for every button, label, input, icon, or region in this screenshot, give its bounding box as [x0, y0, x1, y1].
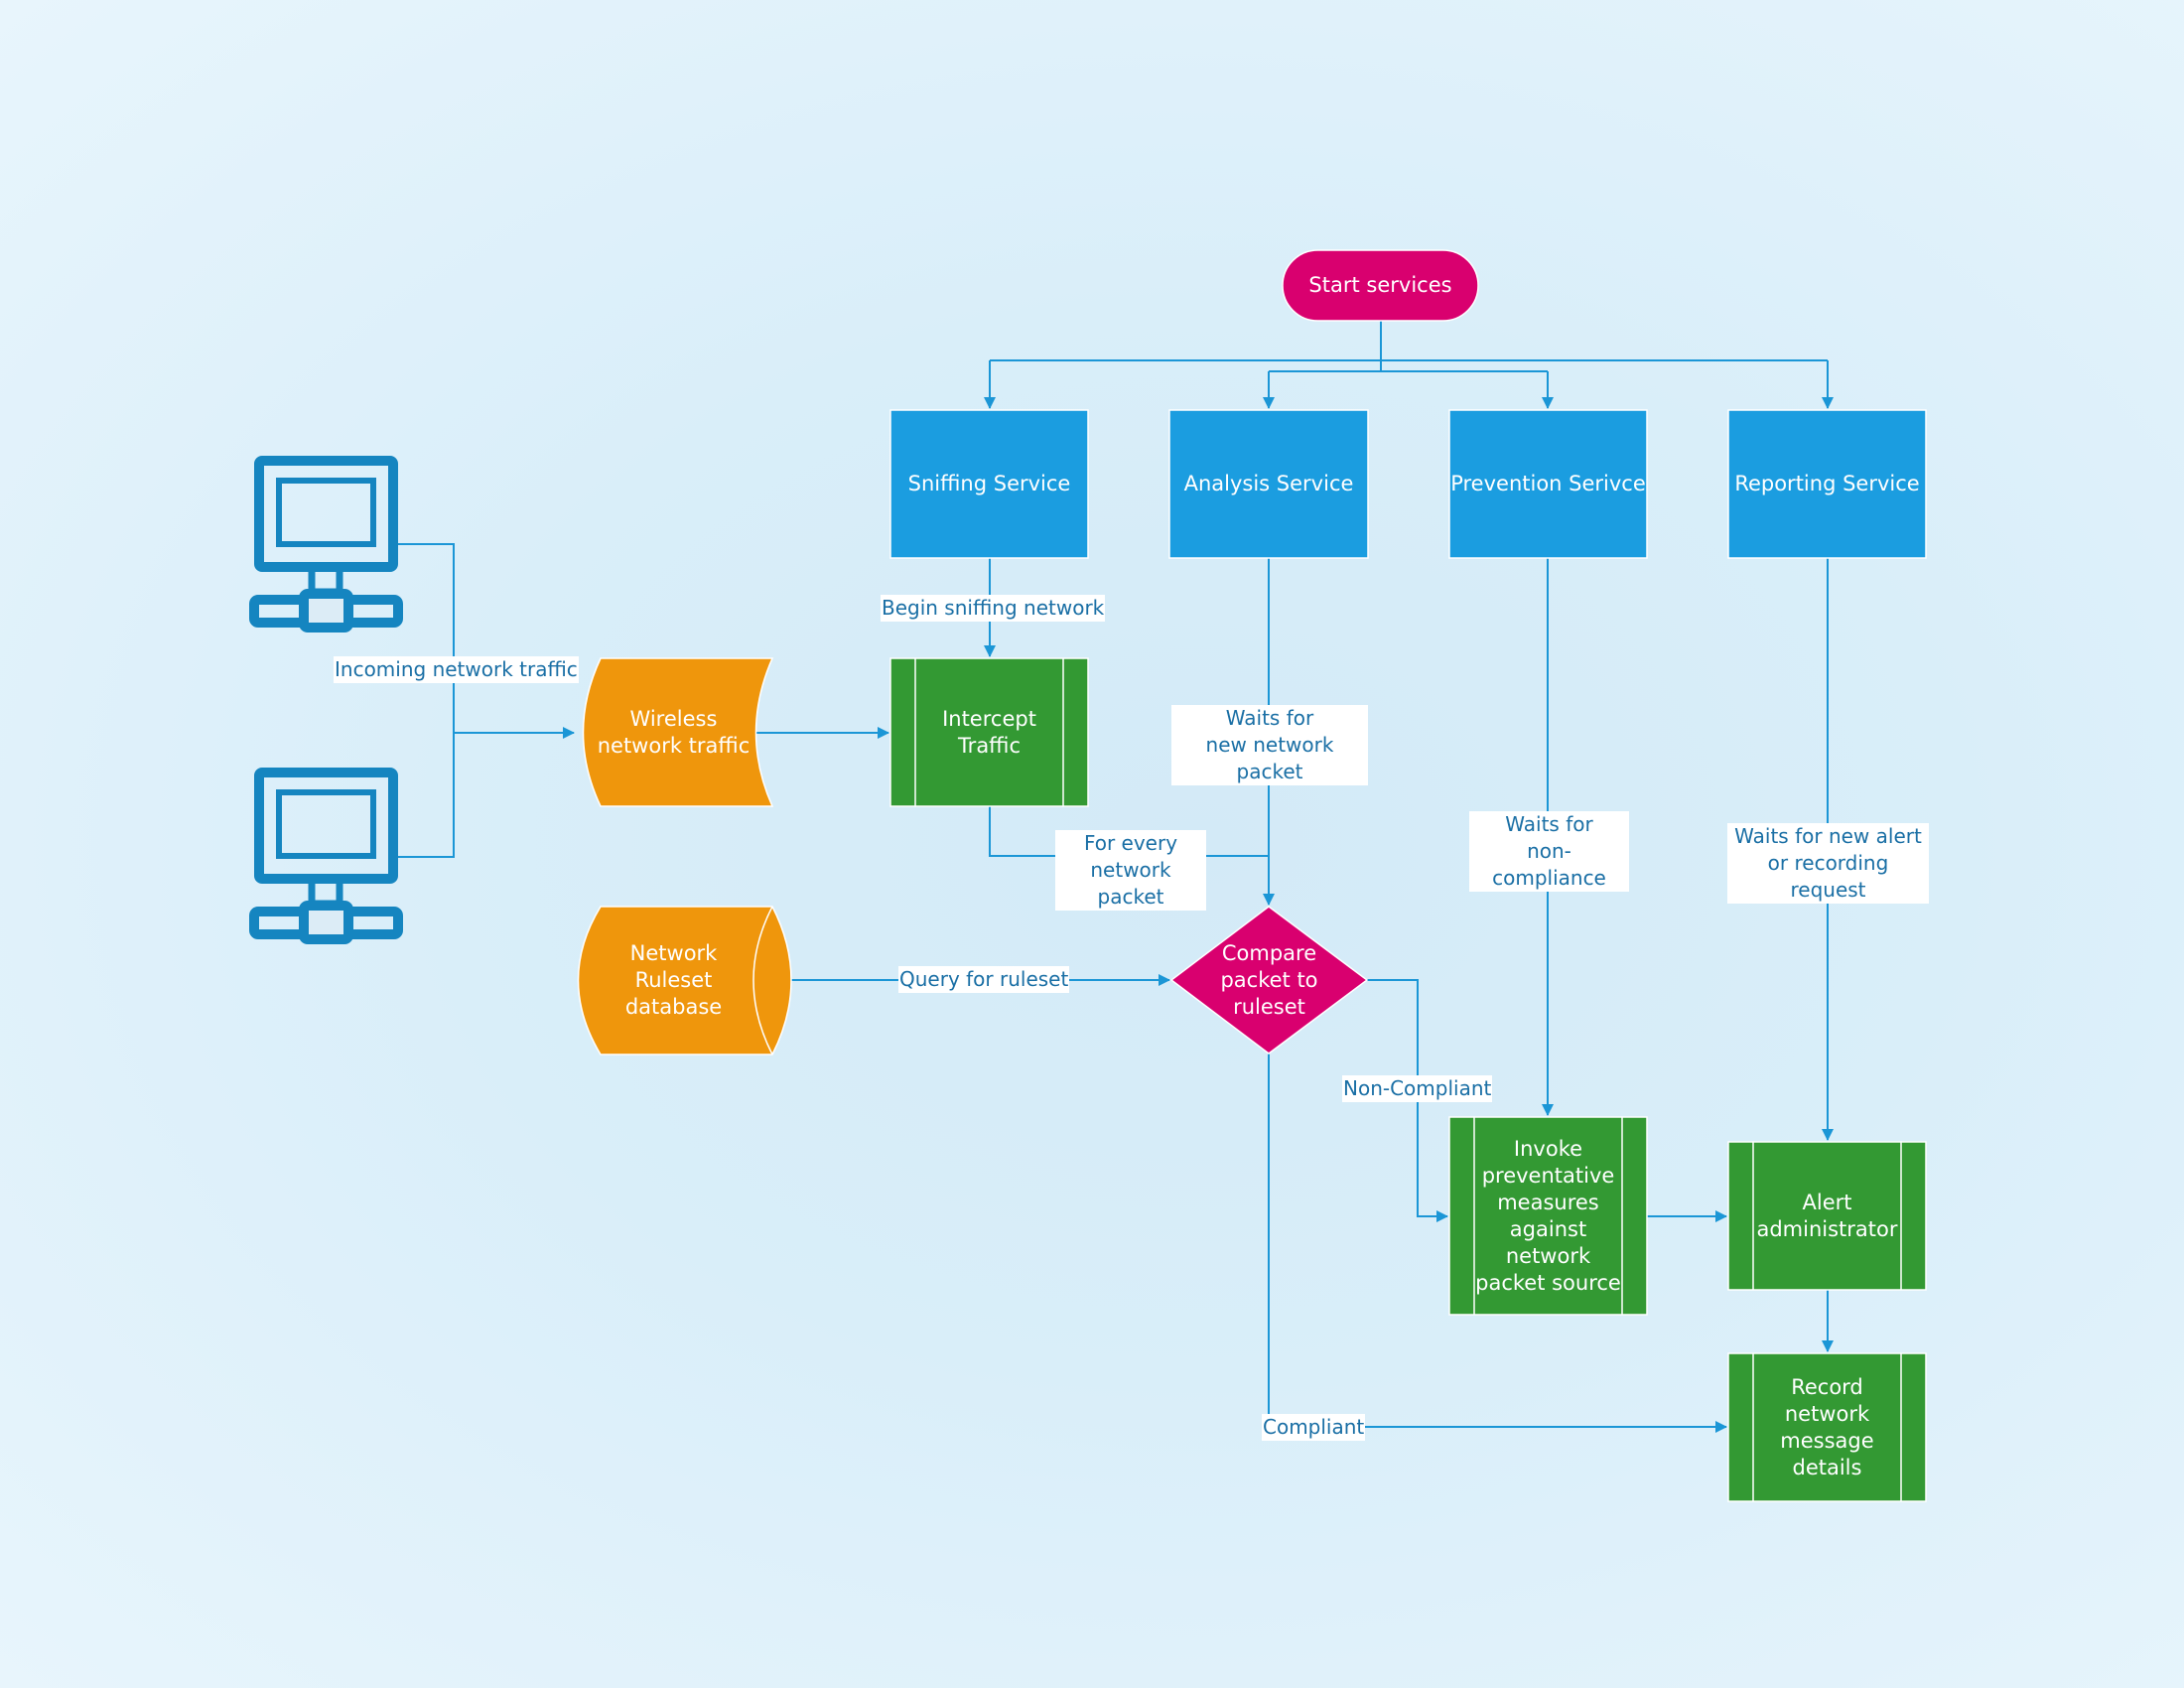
edge-label-compliant: Compliant [1262, 1414, 1366, 1441]
alert-administrator-label: Alert administrator [1756, 1190, 1898, 1241]
computer-network-icon [249, 456, 403, 633]
ruleset-database-label: Network Ruleset database [624, 941, 723, 1019]
compare-decision-label: Compare packet to ruleset [1220, 940, 1318, 1019]
reporting-service-label: Reporting Service [1734, 472, 1920, 495]
prevention-service-label: Prevention Serivce [1450, 472, 1646, 495]
edge-label-begin-sniffing: Begin sniffing network [881, 595, 1106, 622]
edge-label-waits-packet: Waits for new network packet [1171, 705, 1368, 785]
intercept-traffic-label: Intercept Traffic [942, 706, 1036, 758]
edge-label-incoming: Incoming network traffic [334, 656, 579, 683]
analysis-service-label: Analysis Service [1183, 472, 1354, 495]
sniffing-service-label: Sniffing Service [907, 472, 1071, 495]
edge-label-waits-alert: Waits for new alert or recording request [1727, 823, 1929, 904]
record-details-label: Record network message details [1780, 1374, 1874, 1479]
edge-label-non-compliant: Non-Compliant [1342, 1075, 1493, 1102]
edge-label-for-every: For every network packet [1055, 830, 1206, 911]
flowchart-canvas: Start services Sniffing Service Analysis… [0, 0, 2184, 1688]
connector-pc2 [398, 733, 455, 858]
connector-pc1 [398, 543, 455, 733]
start-services-label: Start services [1308, 273, 1452, 297]
edge-label-waits-noncompliance: Waits for non-compliance [1469, 811, 1629, 892]
wireless-traffic-label: Wireless network traffic [597, 706, 751, 758]
invoke-measures-label: Invoke preventative measures against net… [1475, 1136, 1621, 1295]
computer-network-icon [249, 768, 403, 944]
edge-label-query: Query for ruleset [898, 966, 1070, 993]
